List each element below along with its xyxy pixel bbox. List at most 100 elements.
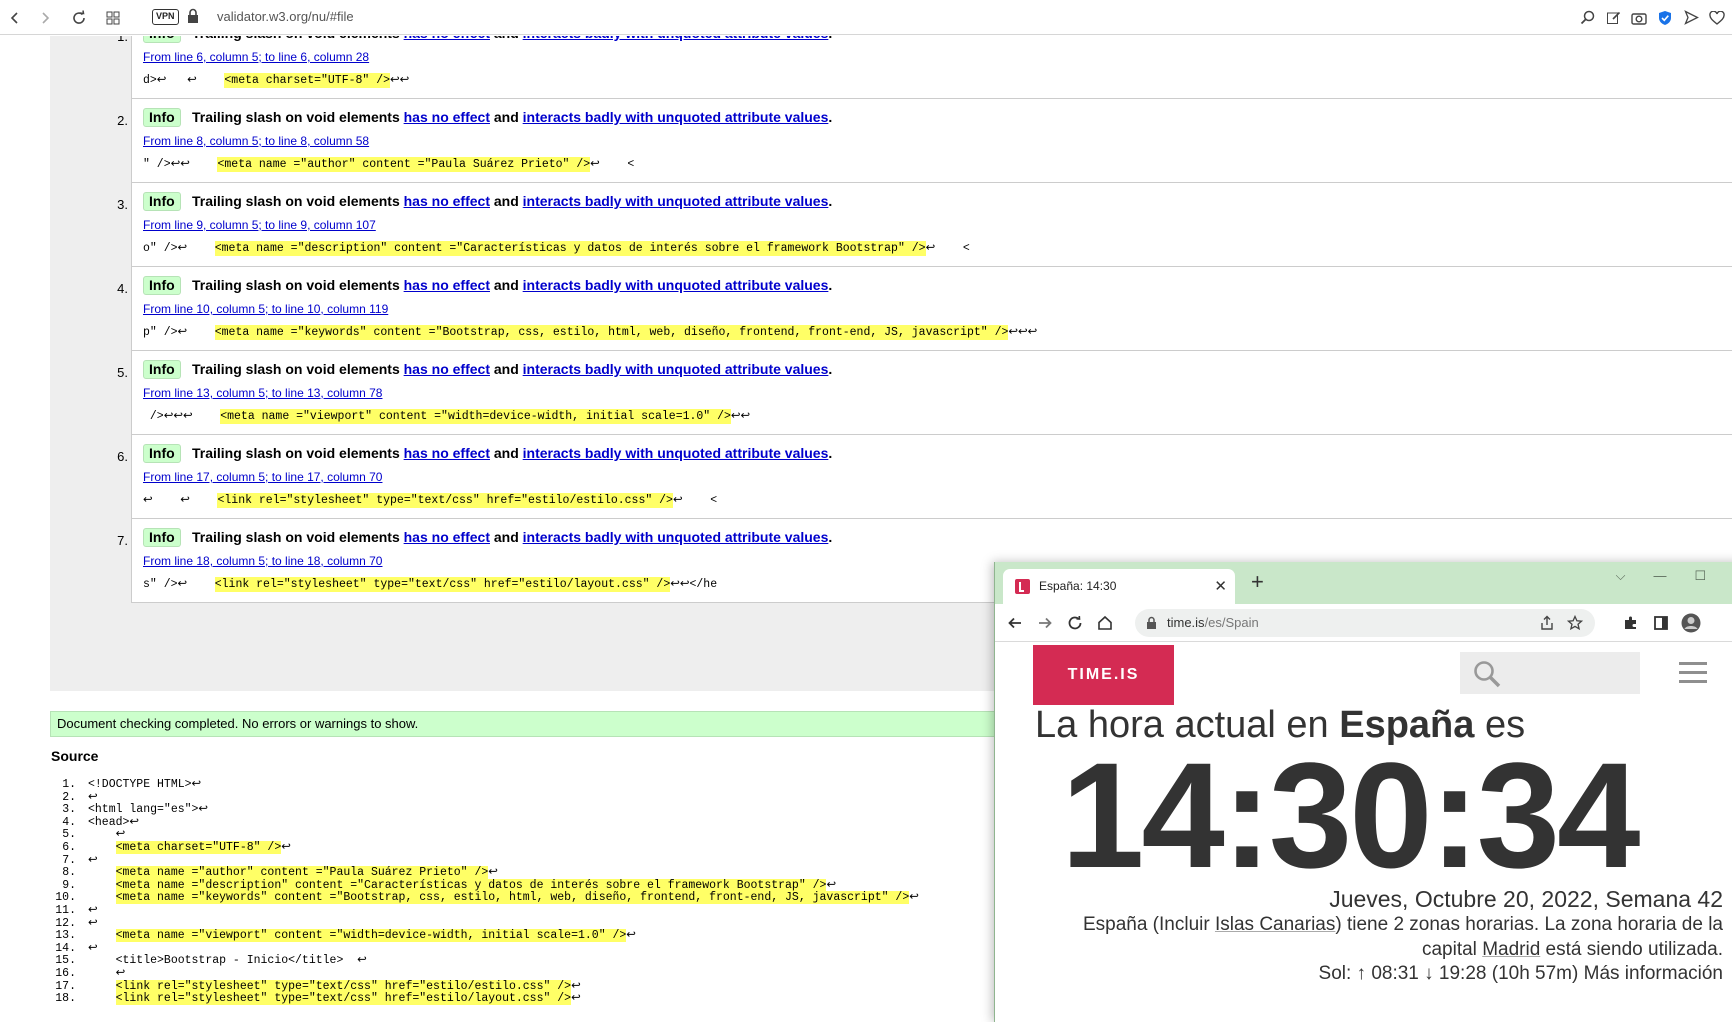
profile-avatar[interactable] xyxy=(1681,613,1701,633)
unquoted-attributes-link[interactable]: interacts badly with unquoted attribute … xyxy=(523,361,829,377)
search-input[interactable] xyxy=(1460,652,1640,694)
message-location-link[interactable]: From line 13, column 5; to line 13, colu… xyxy=(143,386,382,400)
unquoted-attributes-link[interactable]: interacts badly with unquoted attribute … xyxy=(523,36,829,41)
chevron-down-icon[interactable]: ⌵ xyxy=(1616,568,1626,584)
forward-button[interactable] xyxy=(30,0,60,35)
line-code: <link rel="stylesheet" type="text/css" h… xyxy=(88,992,581,1006)
line-code-tail: ↩ xyxy=(281,840,291,854)
browser-toolbar: VPN validator.w3.org/nu/#file xyxy=(0,0,1732,35)
message-location-link[interactable]: From line 8, column 5; to line 8, column… xyxy=(143,134,369,148)
message-location-link[interactable]: From line 17, column 5; to line 17, colu… xyxy=(143,470,382,484)
send-button[interactable] xyxy=(1680,7,1702,29)
unquoted-attributes-link[interactable]: interacts badly with unquoted attribute … xyxy=(523,529,829,545)
vpn-badge[interactable]: VPN xyxy=(152,9,179,25)
shield-icon xyxy=(1659,10,1671,25)
popup-address-bar[interactable]: time.is/es/Spain xyxy=(1135,609,1595,637)
popup-tab-bar: España: 14:30 ✕ + ⌵ — ☐ ✕ xyxy=(995,562,1732,604)
has-no-effect-link[interactable]: has no effect xyxy=(404,529,490,545)
line-code-text xyxy=(88,929,116,942)
code-highlight: <link rel="stylesheet" type="text/css" h… xyxy=(214,577,671,592)
address-bar-url[interactable]: validator.w3.org/nu/#file xyxy=(217,9,354,24)
popup-reload-button[interactable] xyxy=(1065,613,1085,633)
line-code-text: ↩ xyxy=(88,966,126,980)
source-line: 10. <meta name ="keywords" content ="Boo… xyxy=(52,891,952,905)
message-number: 7. xyxy=(117,533,128,548)
message-suffix: . xyxy=(828,277,833,293)
has-no-effect-link[interactable]: has no effect xyxy=(404,445,490,461)
message-title: Trailing slash on void elements has no e… xyxy=(192,277,832,293)
has-no-effect-link[interactable]: has no effect xyxy=(404,193,490,209)
magnifier-icon xyxy=(1580,10,1594,25)
message-code-extract: ↩ ↩ <link rel="stylesheet" type="text/cs… xyxy=(143,492,717,508)
message-title: Trailing slash on void elements has no e… xyxy=(192,361,832,377)
info-badge: Info xyxy=(143,528,181,547)
source-heading: Source xyxy=(51,748,99,764)
shield-button[interactable] xyxy=(1654,7,1676,29)
camera-icon xyxy=(1631,12,1647,25)
line-number: 13. xyxy=(55,929,76,943)
madrid-link[interactable]: Madrid xyxy=(1482,939,1540,960)
reload-button[interactable] xyxy=(64,0,94,35)
favorites-button[interactable] xyxy=(1706,7,1728,29)
extensions-button[interactable] xyxy=(1621,613,1641,633)
message-location-link[interactable]: From line 6, column 5; to line 6, column… xyxy=(143,50,369,64)
popup-forward-button[interactable] xyxy=(1035,613,1055,633)
tab-timeis[interactable]: España: 14:30 ✕ xyxy=(1003,569,1235,604)
message-location-link[interactable]: From line 10, column 5; to line 10, colu… xyxy=(143,302,388,316)
line-code-tail: ↩ xyxy=(571,992,581,1006)
edit-button[interactable] xyxy=(1602,7,1624,29)
star-icon[interactable] xyxy=(1567,615,1583,631)
code-before: s" />↩ xyxy=(143,578,215,591)
has-no-effect-link[interactable]: has no effect xyxy=(404,277,490,293)
message-code-extract: d>↩ ↩ <meta charset="UTF-8" />↩↩ xyxy=(143,72,409,88)
timeis-logo[interactable]: TIME.IS xyxy=(1033,645,1174,705)
code-before: " />↩↩ xyxy=(143,158,218,171)
popup-back-button[interactable] xyxy=(1005,613,1025,633)
zoom-button[interactable] xyxy=(1576,7,1598,29)
toolbar-extensions xyxy=(1576,0,1732,35)
line-code-text xyxy=(88,841,116,854)
message-location-link[interactable]: From line 18, column 5; to line 18, colu… xyxy=(143,554,382,568)
message-location-link[interactable]: From line 9, column 5; to line 9, column… xyxy=(143,218,376,232)
info-badge: Info xyxy=(143,360,181,379)
source-line: 15. <title>Bootstrap - Inicio</title> ↩ xyxy=(52,955,952,968)
has-no-effect-link[interactable]: has no effect xyxy=(404,361,490,377)
line-code-text: ↩ xyxy=(88,941,98,955)
reload-icon xyxy=(73,9,85,24)
line-code-text: ↩ xyxy=(88,916,98,930)
line-code-text xyxy=(88,879,116,892)
share-icon[interactable] xyxy=(1539,615,1555,631)
new-tab-button[interactable]: + xyxy=(1251,571,1264,593)
unquoted-attributes-link[interactable]: interacts badly with unquoted attribute … xyxy=(523,193,829,209)
info-badge: Info xyxy=(143,36,181,43)
screenshot-button[interactable] xyxy=(1628,7,1650,29)
message-joiner: and xyxy=(493,193,519,209)
unquoted-attributes-link[interactable]: interacts badly with unquoted attribute … xyxy=(523,109,829,125)
hamburger-menu-icon[interactable] xyxy=(1679,662,1707,689)
unquoted-attributes-link[interactable]: interacts badly with unquoted attribute … xyxy=(523,277,829,293)
unquoted-attributes-link[interactable]: interacts badly with unquoted attribute … xyxy=(523,445,829,461)
tab-close-icon[interactable]: ✕ xyxy=(1214,577,1227,595)
code-after: ↩ < xyxy=(925,242,970,255)
has-no-effect-link[interactable]: has no effect xyxy=(404,36,490,41)
maximize-button[interactable]: ☐ xyxy=(1694,568,1706,584)
side-panel-button[interactable] xyxy=(1651,613,1671,633)
back-button[interactable] xyxy=(0,0,30,35)
tabs-grid-button[interactable] xyxy=(98,0,128,35)
islas-canarias-link[interactable]: Islas Canarias xyxy=(1215,914,1335,935)
has-no-effect-link[interactable]: has no effect xyxy=(404,109,490,125)
code-before: o" />↩ xyxy=(143,242,215,255)
popup-home-button[interactable] xyxy=(1095,613,1115,633)
minimize-button[interactable]: — xyxy=(1653,568,1666,584)
timezone-info: España (Incluir Islas Canarias) tiene 2 … xyxy=(1023,912,1723,962)
message-number: 4. xyxy=(117,281,128,296)
forward-arrow-icon xyxy=(1039,617,1052,629)
message-title: Trailing slash on void elements has no e… xyxy=(192,193,832,209)
timeis-browser-window: España: 14:30 ✕ + ⌵ — ☐ ✕ time.is/es/Spa… xyxy=(994,562,1732,1022)
line-code-text: ↩ xyxy=(88,903,98,917)
pencil-icon xyxy=(1606,11,1620,24)
line-code-highlight: <meta charset="UTF-8" /> xyxy=(115,840,282,854)
timeis-favicon-icon xyxy=(1015,579,1030,594)
line-number: 8. xyxy=(62,866,76,880)
validation-message: 3. Info Trailing slash on void elements ha… xyxy=(117,182,1732,267)
